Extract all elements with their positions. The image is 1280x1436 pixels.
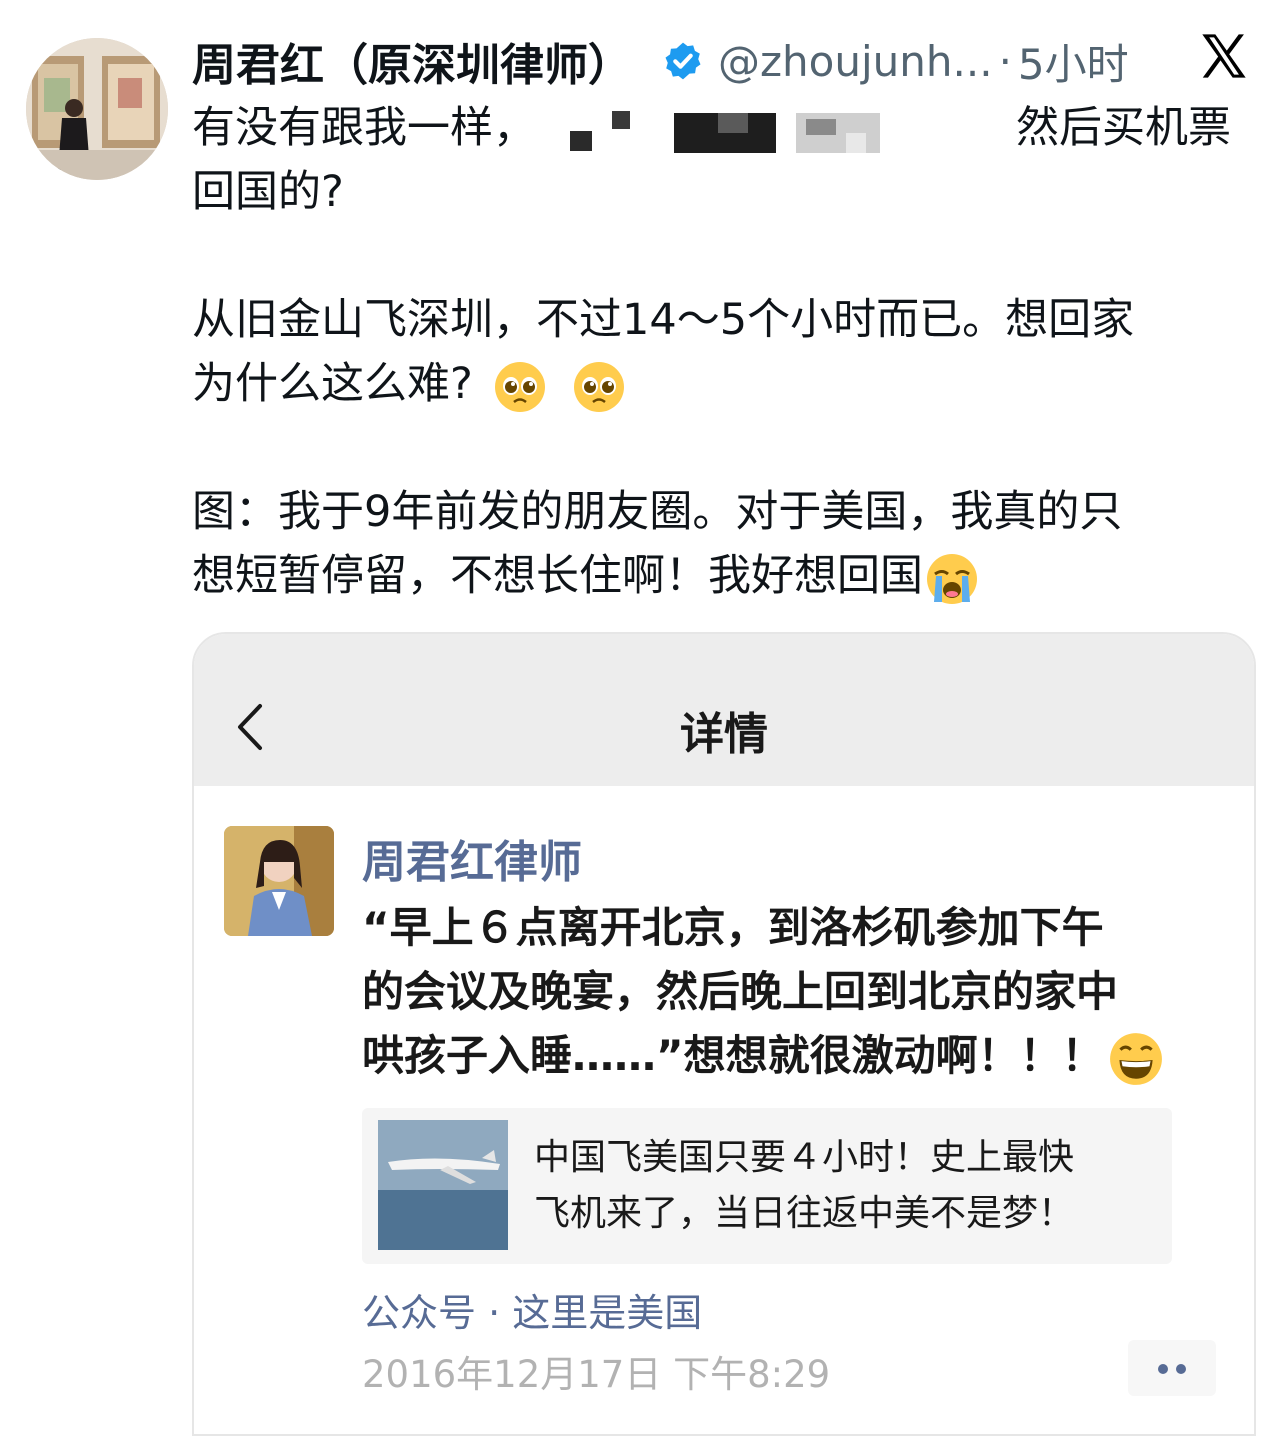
embedded-image[interactable]: 详情 周君红律师 “早上６点离开北京，到洛杉矶参加下午 的会议及晚宴，然后晚上回… [192,632,1256,1436]
grinning-face-emoji-icon [1109,1032,1162,1085]
moment-timestamp: 2016年12月17日 下午8:29 [362,1353,831,1396]
moment-line: 的会议及晚宴，然后晚上回到北京的家中 [362,967,1119,1016]
more-options-button[interactable] [1128,1340,1216,1396]
airplane-thumbnail [378,1120,508,1250]
moment-author-avatar[interactable] [224,826,334,936]
card-nav-bar: 详情 [194,634,1254,786]
moment-text: “早上６点离开北京，到洛杉矶参加下午 的会议及晚宴，然后晚上回到北京的家中 哄孩… [362,896,1242,1088]
moment-text-segment: 哄孩子入睡……”想想就很激动啊！！！ [362,1031,1104,1080]
pleading-face-emoji-icon [574,361,625,412]
pixelated-redaction [570,109,990,153]
tweet-text-segment: 想短暂停留，不想长住啊！我好想回国 [192,551,923,601]
tweet: 周君红（原深圳律师） @zhoujunh... · 5小时 有没有跟我一样， 然后… [0,0,1280,1436]
moment-author-name[interactable]: 周君红律师 [362,826,582,890]
tweet-text-segment: 为什么这么难? [192,359,473,409]
tweet-line: 回国的? [192,167,344,217]
verified-badge-icon [665,42,701,80]
article-title-line: 中国飞美国只要４小时！史上最快 [534,1137,1075,1178]
shared-article-link[interactable]: 中国飞美国只要４小时！史上最快 飞机来了，当日往返中美不是梦！ [362,1108,1172,1264]
post-time[interactable]: 5小时 [1018,31,1129,92]
tweet-line: 图：我于9年前发的朋友圈。对于美国，我真的只 [192,487,1123,537]
nav-title: 详情 [680,709,768,760]
x-logo-icon[interactable] [1198,30,1250,82]
avatar-photo [26,38,168,180]
tweet-body: 有没有跟我一样， 然后买机票 回国的? 从旧金山飞深圳，不过14～5个小时而已。想… [192,96,1252,608]
profile-avatar[interactable] [26,38,168,180]
author-photo [224,826,334,936]
tweet-line: 为什么这么难? [192,352,1252,416]
separator-dot: · [998,36,1012,86]
tweet-line: 有没有跟我一样， 然后买机票 [192,96,1252,160]
tweet-text-segment: 然后买机票 [1016,103,1231,153]
tweet-line: 从旧金山飞深圳，不过14～5个小时而已。想回家 [192,295,1135,345]
pleading-face-emoji-icon [494,361,545,412]
dot-icon [1158,1364,1168,1374]
moment-line: “早上６点离开北京，到洛杉矶参加下午 [362,903,1104,952]
article-title: 中国飞美国只要４小时！史上最快 飞机来了，当日往返中美不是梦！ [534,1130,1154,1242]
loudly-crying-face-emoji-icon [927,553,977,604]
user-handle[interactable]: @zhoujunh... [718,37,993,86]
tweet-header: 周君红（原深圳律师） @zhoujunh... · 5小时 [192,28,1262,94]
tweet-text-segment: 有没有跟我一样， [192,103,536,153]
article-thumbnail [378,1120,508,1250]
display-name[interactable]: 周君红（原深圳律师） [192,29,632,93]
dot-icon [1176,1364,1186,1374]
article-title-line: 飞机来了，当日往返中美不是梦！ [534,1193,1075,1234]
article-source[interactable]: 公众号 · 这里是美国 [362,1282,702,1337]
moment-line: 哄孩子入睡……”想想就很激动啊！！！ [362,1024,1242,1088]
tweet-line: 想短暂停留，不想长住啊！我好想回国 [192,544,1252,608]
